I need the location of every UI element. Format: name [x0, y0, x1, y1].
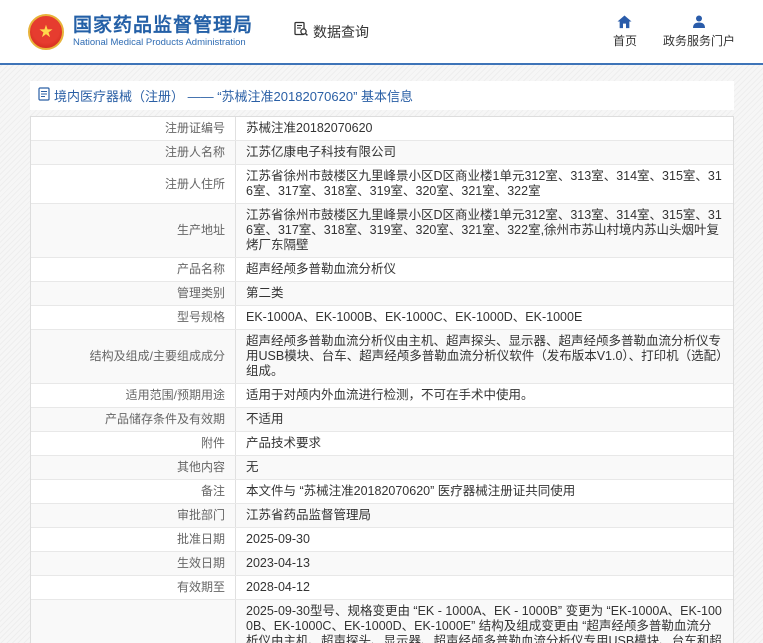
- table-row: 结构及组成/主要组成成分 超声经颅多普勒血流分析仪由主机、超声探头、显示器、超声经…: [31, 330, 733, 384]
- row-label: 生效日期: [31, 552, 236, 575]
- row-label: 有效期至: [31, 576, 236, 599]
- row-value: EK-1000A、EK-1000B、EK-1000C、EK-1000D、EK-1…: [246, 310, 583, 324]
- row-value: 适用于对颅内外血流进行检测，不可在手术中使用。: [246, 388, 534, 402]
- table-row: 其他内容无: [31, 456, 733, 480]
- row-value: 第二类: [246, 286, 284, 300]
- breadcrumb-text: 境内医疗器械（注册） —— “苏械注准20182070620” 基本信息: [54, 89, 414, 104]
- row-label: 备注: [31, 480, 236, 503]
- row-value: 江苏省药品监督管理局: [246, 508, 372, 522]
- table-row: 产品储存条件及有效期 不适用: [31, 408, 733, 432]
- row-value: 产品技术要求: [246, 436, 322, 450]
- row-label: 变更情况: [31, 600, 236, 643]
- table-row: 注册人名称 江苏亿康电子科技有限公司: [31, 141, 733, 165]
- row-value: 超声经颅多普勒血流分析仪由主机、超声探头、显示器、超声经颅多普勒血流分析仪专用U…: [246, 334, 723, 378]
- breadcrumb: 境内医疗器械（注册） —— “苏械注准20182070620” 基本信息: [30, 81, 734, 110]
- nav-gov-portal-label: 政务服务门户: [662, 33, 735, 48]
- table-row: 管理类别 第二类: [31, 282, 733, 306]
- national-emblem-icon: ★: [28, 13, 64, 50]
- table-row: 注册人住所 江苏省徐州市鼓楼区九里峰景小区D区商业楼1单元312室、313室、31…: [31, 165, 733, 204]
- table-row: 有效期至 2028-04-12: [31, 576, 733, 600]
- row-label: 附件: [31, 432, 236, 455]
- table-row: 注册证编号 苏械注准20182070620: [31, 117, 733, 141]
- row-label: 其他内容: [31, 456, 236, 479]
- document-icon: [38, 87, 54, 104]
- row-value: 2023-04-13: [246, 556, 310, 570]
- row-label: 适用范围/预期用途: [31, 384, 236, 407]
- row-value: 江苏亿康电子科技有限公司: [246, 145, 397, 159]
- row-label: 产品名称: [31, 258, 236, 281]
- registration-info-table: 注册证编号 苏械注准20182070620 注册人名称 江苏亿康电子科技有限公司 注…: [30, 116, 734, 643]
- site-header: ★ 国家药品监督管理局 National Medical Products Ad…: [0, 0, 763, 65]
- table-row: 型号规格 EK-1000A、EK-1000B、EK-1000C、EK-1000D、…: [31, 306, 733, 330]
- row-value: 不适用: [246, 412, 284, 426]
- row-value: 江苏省徐州市鼓楼区九里峰景小区D区商业楼1单元312室、313室、314室、31…: [246, 169, 722, 198]
- home-icon: [617, 14, 632, 29]
- agency-title-block: 国家药品监督管理局 National Medical Products Admi…: [73, 15, 253, 49]
- row-label: 产品储存条件及有效期: [31, 408, 236, 431]
- row-value: 无: [246, 460, 259, 474]
- row-label: 注册人住所: [31, 165, 236, 203]
- row-label: 生产地址: [31, 204, 236, 257]
- table-row: 附件 产品技术要求: [31, 432, 733, 456]
- nav-gov-portal[interactable]: 政务服务门户: [663, 15, 735, 49]
- agency-name: 国家药品监督管理局: [73, 14, 254, 36]
- table-row: 变更情况 2025-09-30型号、规格变更由 “EK - 1000A、EK - …: [31, 600, 733, 643]
- document-search-icon: [293, 21, 309, 42]
- nav-data-query-label: 数据查询: [313, 23, 370, 40]
- row-value: 超声经颅多普勒血流分析仪: [246, 262, 397, 276]
- nmpa-logo[interactable]: ★ 国家药品监督管理局 National Medical Products Ad…: [28, 13, 253, 50]
- row-value: 苏械注准20182070620: [246, 121, 373, 135]
- table-row: 备注 本文件与 “苏械注准20182070620” 医疗器械注册证共同使用: [31, 480, 733, 504]
- row-value: 2028-04-12: [246, 580, 310, 594]
- row-label: 注册证编号: [31, 117, 236, 140]
- row-label: 注册人名称: [31, 141, 236, 164]
- row-label: 管理类别: [31, 282, 236, 305]
- table-row: 生效日期 2023-04-13: [31, 552, 733, 576]
- row-label: 批准日期: [31, 528, 236, 551]
- row-label: 结构及组成/主要组成成分: [31, 330, 236, 383]
- table-row: 适用范围/预期用途 适用于对颅内外血流进行检测，不可在手术中使用。: [31, 384, 733, 408]
- row-value: 2025-09-30型号、规格变更由 “EK - 1000A、EK - 1000…: [246, 604, 722, 643]
- row-label: 审批部门: [31, 504, 236, 527]
- person-icon: [692, 15, 706, 29]
- table-row: 生产地址 江苏省徐州市鼓楼区九里峰景小区D区商业楼1单元312室、313室、314…: [31, 204, 733, 258]
- header-right-nav: 首页 政务服务门户: [612, 14, 735, 49]
- row-value: 江苏省徐州市鼓楼区九里峰景小区D区商业楼1单元312室、313室、314室、31…: [246, 208, 722, 252]
- table-row: 产品名称 超声经颅多普勒血流分析仪: [31, 258, 733, 282]
- table-row: 审批部门 江苏省药品监督管理局: [31, 504, 733, 528]
- nav-home-label: 首页: [612, 33, 637, 48]
- agency-name-en: National Medical Products Administration: [73, 36, 246, 48]
- nav-data-query[interactable]: 数据查询: [293, 21, 369, 42]
- row-value: 本文件与 “苏械注准20182070620” 医疗器械注册证共同使用: [246, 484, 576, 498]
- row-label: 型号规格: [31, 306, 236, 329]
- main-content: 境内医疗器械（注册） —— “苏械注准20182070620” 基本信息 注册证…: [30, 81, 734, 643]
- nav-home[interactable]: 首页: [612, 14, 637, 49]
- row-value: 2025-09-30: [246, 532, 310, 546]
- table-row: 批准日期 2025-09-30: [31, 528, 733, 552]
